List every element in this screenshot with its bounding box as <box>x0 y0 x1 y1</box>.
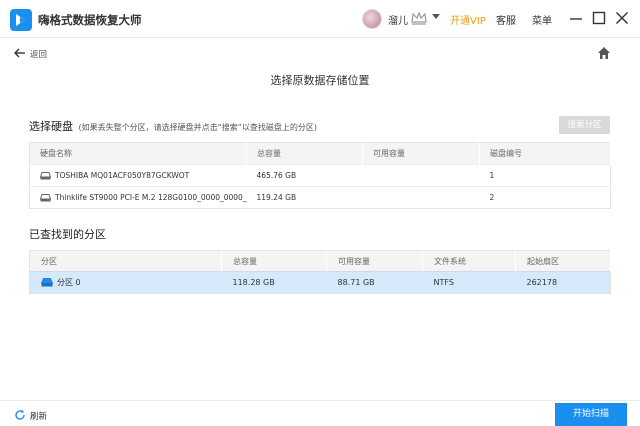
disk-table-header: 硬盘名称 总容量 可用容量 磁盘编号 <box>29 142 611 165</box>
column-header: 硬盘名称 <box>29 142 247 165</box>
disk-name: TOSHIBA MQ01ACF050Y87GCKWOT <box>55 171 190 180</box>
maximize-icon[interactable] <box>591 10 607 26</box>
column-header: 分区 <box>29 250 222 272</box>
column-header: 文件系统 <box>422 250 516 272</box>
table-row[interactable]: 分区 0 118.28 GB 88.71 GB NTFS 262178 <box>29 271 611 294</box>
search-partition-button[interactable]: 搜索分区 <box>559 116 610 134</box>
disk-section-title: 选择硬盘 (如果丢失整个分区，请选择硬盘并点击“搜索”以查找磁盘上的分区) <box>29 118 317 134</box>
close-icon[interactable] <box>614 10 630 26</box>
partition-disk-icon <box>41 278 53 287</box>
column-header: 总容量 <box>246 142 363 165</box>
app-title: 嗨格式数据恢复大师 <box>38 13 142 27</box>
crown-icon <box>411 11 427 25</box>
back-label: 返回 <box>30 50 48 60</box>
disk-table: 硬盘名称 总容量 可用容量 磁盘编号 TOSHIBA MQ01ACF050Y87… <box>29 142 611 209</box>
vip-button[interactable]: 开通VIP <box>450 12 486 27</box>
column-header: 可用容量 <box>362 142 480 165</box>
customer-service-button[interactable]: 客服 <box>496 12 516 27</box>
hard-disk-icon <box>40 172 51 180</box>
partition-table: 分区 总容量 可用容量 文件系统 起始扇区 分区 0 118.28 GB 88.… <box>29 250 611 294</box>
menu-button[interactable]: 菜单 <box>532 12 552 27</box>
avatar[interactable] <box>362 9 382 29</box>
disk-section-heading: 选择硬盘 <box>29 120 73 133</box>
app-logo-icon <box>10 9 32 31</box>
disk-free <box>362 186 480 209</box>
disk-free <box>362 164 480 187</box>
partition-start-sector: 262178 <box>515 271 611 294</box>
partition-free: 88.71 GB <box>326 271 423 294</box>
username[interactable]: 溜儿 <box>388 12 408 27</box>
start-scan-button[interactable]: 开始扫描 <box>555 403 627 426</box>
title-bar: 嗨格式数据恢复大师 溜儿 开通VIP 客服 菜单 <box>0 0 640 38</box>
arrow-left-icon <box>14 48 25 58</box>
partition-table-header: 分区 总容量 可用容量 文件系统 起始扇区 <box>29 250 611 272</box>
column-header: 磁盘编号 <box>479 142 611 165</box>
refresh-icon <box>15 409 25 420</box>
disk-name: Thinklife ST9000 PCI-E M.2 128G0100_0000… <box>55 193 247 202</box>
table-row[interactable]: Thinklife ST9000 PCI-E M.2 128G0100_0000… <box>29 186 611 209</box>
home-icon[interactable] <box>597 46 611 60</box>
minimize-icon[interactable] <box>568 10 584 26</box>
column-header: 起始扇区 <box>515 250 611 272</box>
partition-total: 118.28 GB <box>221 271 327 294</box>
chevron-down-icon[interactable] <box>432 14 440 20</box>
column-header: 可用容量 <box>326 250 423 272</box>
disk-section-hint: (如果丢失整个分区，请选择硬盘并点击“搜索”以查找磁盘上的分区) <box>78 123 318 132</box>
disk-index: 2 <box>479 186 611 209</box>
partition-fs: NTFS <box>422 271 516 294</box>
disk-total: 119.24 GB <box>246 186 363 209</box>
hard-disk-icon <box>40 194 51 202</box>
page-title: 选择原数据存储位置 <box>270 74 370 87</box>
column-header: 总容量 <box>221 250 327 272</box>
disk-index: 1 <box>479 164 611 187</box>
disk-total: 465.76 GB <box>246 164 363 187</box>
table-row[interactable]: TOSHIBA MQ01ACF050Y87GCKWOT 465.76 GB 1 <box>29 164 611 187</box>
refresh-label: 刷新 <box>30 412 48 422</box>
partition-section-title: 已查找到的分区 <box>29 228 106 241</box>
bottom-bar: 刷新 <box>0 400 640 426</box>
partition-name: 分区 0 <box>57 278 81 287</box>
